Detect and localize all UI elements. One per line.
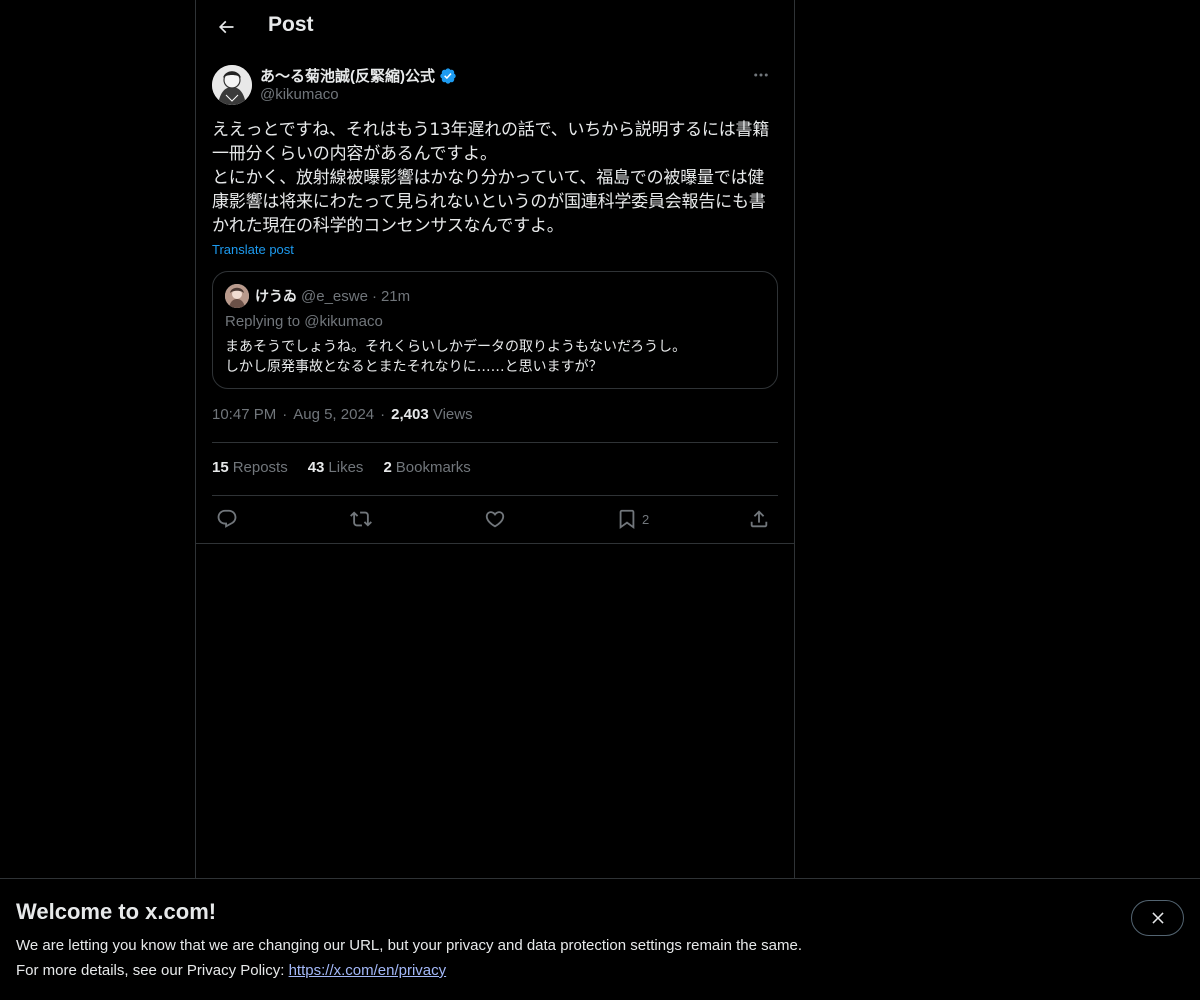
arrow-left-icon bbox=[218, 20, 234, 34]
banner-privacy-line: For more details, see our Privacy Policy… bbox=[16, 962, 446, 979]
share-icon bbox=[750, 510, 768, 528]
quote-header: けうゐ @e_eswe · 21m bbox=[225, 284, 410, 308]
primary-column: Post あ〜る菊池誠(反緊縮)公式 @kikumaco ええっとですね、それは… bbox=[195, 0, 795, 1000]
post-date[interactable]: Aug 5, 2024 bbox=[293, 406, 374, 423]
bookmarks-label: Bookmarks bbox=[395, 459, 471, 476]
like-button[interactable] bbox=[484, 504, 506, 534]
banner-message: We are letting you know that we are chan… bbox=[16, 937, 802, 954]
banner-title: Welcome to x.com! bbox=[16, 899, 217, 924]
quote-handle[interactable]: @e_eswe bbox=[301, 288, 368, 305]
bookmark-button[interactable]: 2 bbox=[616, 504, 649, 534]
quote-time[interactable]: 21m bbox=[381, 288, 410, 305]
reposts-stat[interactable]: 15 Reposts bbox=[212, 459, 288, 476]
post-author: あ〜る菊池誠(反緊縮)公式 @kikumaco bbox=[212, 64, 778, 108]
author-display-name[interactable]: あ〜る菊池誠(反緊縮)公式 bbox=[260, 65, 435, 86]
views: 2,403 Views bbox=[391, 406, 472, 423]
top-bar: Post bbox=[196, 0, 794, 54]
post-meta: 10:47 PM · Aug 5, 2024 · 2,403 Views bbox=[212, 406, 473, 423]
close-icon bbox=[1151, 912, 1164, 924]
views-count: 2,403 bbox=[391, 406, 429, 423]
post-time[interactable]: 10:47 PM bbox=[212, 406, 276, 423]
post-text: ええっとですね、それはもう13年遅れの話で、いちから説明するには書籍一冊分くらい… bbox=[212, 120, 770, 236]
back-button[interactable] bbox=[208, 9, 244, 45]
reply-button[interactable] bbox=[216, 504, 238, 534]
reply-icon bbox=[217, 509, 237, 528]
divider bbox=[212, 495, 778, 496]
quote-display-name[interactable]: けうゐ bbox=[255, 286, 297, 306]
post-stats: 15 Reposts 43 Likes 2 Bookmarks bbox=[212, 459, 471, 476]
repost-icon bbox=[350, 511, 372, 527]
more-options-button[interactable] bbox=[744, 64, 778, 86]
reposts-label: Reposts bbox=[232, 459, 288, 476]
quote-avatar[interactable] bbox=[225, 284, 249, 308]
url-change-banner: Welcome to x.com! We are letting you kno… bbox=[0, 878, 1200, 1000]
likes-label: Likes bbox=[328, 459, 364, 476]
heart-icon bbox=[485, 511, 505, 528]
meta-separator: · bbox=[380, 406, 386, 423]
bookmarks-count: 2 bbox=[383, 459, 392, 476]
quoted-reply-card[interactable]: けうゐ @e_eswe · 21m Replying to @kikumaco … bbox=[212, 271, 778, 389]
close-banner-button[interactable] bbox=[1131, 900, 1184, 936]
likes-count: 43 bbox=[307, 459, 325, 476]
page-title: Post bbox=[268, 13, 314, 36]
quote-text: まあそうでしょうね。それくらいしかデータの取りようもないだろうし。 しかし原発事… bbox=[225, 339, 687, 375]
bookmark-count: 2 bbox=[642, 511, 650, 527]
bookmark-icon bbox=[619, 509, 635, 530]
bookmarks-stat[interactable]: 2 Bookmarks bbox=[383, 459, 470, 476]
banner-privacy-prefix: For more details, see our Privacy Policy… bbox=[16, 962, 289, 979]
author-handle[interactable]: @kikumaco bbox=[260, 86, 339, 103]
divider bbox=[212, 442, 778, 443]
views-label: Views bbox=[432, 406, 473, 423]
post-actions: 2 bbox=[212, 504, 778, 534]
translate-post-link[interactable]: Translate post bbox=[212, 242, 294, 257]
reposts-count: 15 bbox=[212, 459, 229, 476]
quote-separator: · bbox=[371, 287, 377, 305]
repost-button[interactable] bbox=[350, 504, 372, 534]
author-name-row[interactable]: あ〜る菊池誠(反緊縮)公式 bbox=[260, 65, 457, 86]
likes-stat[interactable]: 43 Likes bbox=[308, 459, 364, 476]
avatar[interactable] bbox=[212, 65, 252, 105]
divider bbox=[196, 543, 794, 544]
privacy-policy-link[interactable]: https://x.com/en/privacy bbox=[289, 962, 447, 979]
more-horizontal-icon bbox=[754, 73, 768, 77]
quote-replying-to: Replying to @kikumaco bbox=[225, 313, 383, 330]
meta-separator: · bbox=[282, 406, 288, 423]
verified-badge-icon bbox=[440, 67, 456, 84]
share-button[interactable] bbox=[748, 504, 770, 534]
